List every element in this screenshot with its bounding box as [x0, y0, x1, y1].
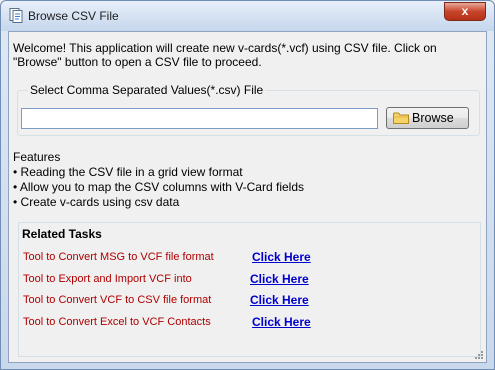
client-area: Welcome! This application will create ne…	[8, 31, 487, 363]
feature-item: • Reading the CSV file in a grid view fo…	[13, 165, 243, 179]
title-bar[interactable]: Browse CSV File x	[1, 1, 494, 31]
click-here-link-export-import-vcf[interactable]: Click Here	[250, 272, 309, 286]
feature-item: • Allow you to map the CSV columns with …	[13, 180, 304, 194]
browse-button-label: Browse	[412, 111, 454, 125]
csv-path-input[interactable]	[21, 108, 378, 129]
file-select-group: Select Comma Separated Values(*.csv) Fil…	[17, 83, 480, 136]
browse-csv-window: Browse CSV File x Welcome! This applicat…	[0, 0, 495, 370]
task-label-excel-to-vcf: Tool to Convert Excel to VCF Contacts	[23, 316, 211, 328]
folder-icon	[393, 112, 409, 124]
app-icon	[9, 8, 23, 23]
click-here-link-excel-to-vcf[interactable]: Click Here	[252, 315, 311, 329]
click-here-link-vcf-to-csv[interactable]: Click Here	[250, 293, 309, 307]
related-tasks-panel: Related Tasks Tool to Convert MSG to VCF…	[18, 222, 481, 357]
task-label-vcf-to-csv: Tool to Convert VCF to CSV file format	[23, 294, 212, 306]
close-icon: x	[461, 4, 469, 18]
browse-button[interactable]: Browse	[386, 107, 469, 129]
resize-grip-icon[interactable]	[474, 350, 484, 360]
window-title: Browse CSV File	[28, 9, 119, 23]
welcome-message: Welcome! This application will create ne…	[13, 41, 437, 69]
features-heading: Features	[13, 150, 61, 164]
close-button[interactable]: x	[444, 2, 486, 21]
file-select-legend: Select Comma Separated Values(*.csv) Fil…	[28, 83, 266, 97]
click-here-link-msg-to-vcf[interactable]: Click Here	[252, 250, 311, 264]
related-tasks-heading: Related Tasks	[22, 227, 102, 241]
feature-item: • Create v-cards using csv data	[13, 195, 180, 209]
task-label-export-import-vcf: Tool to Export and Import VCF into	[23, 273, 192, 285]
task-label-msg-to-vcf: Tool to Convert MSG to VCF file format	[23, 251, 214, 263]
features-section: Features • Reading the CSV file in a gri…	[13, 150, 304, 210]
